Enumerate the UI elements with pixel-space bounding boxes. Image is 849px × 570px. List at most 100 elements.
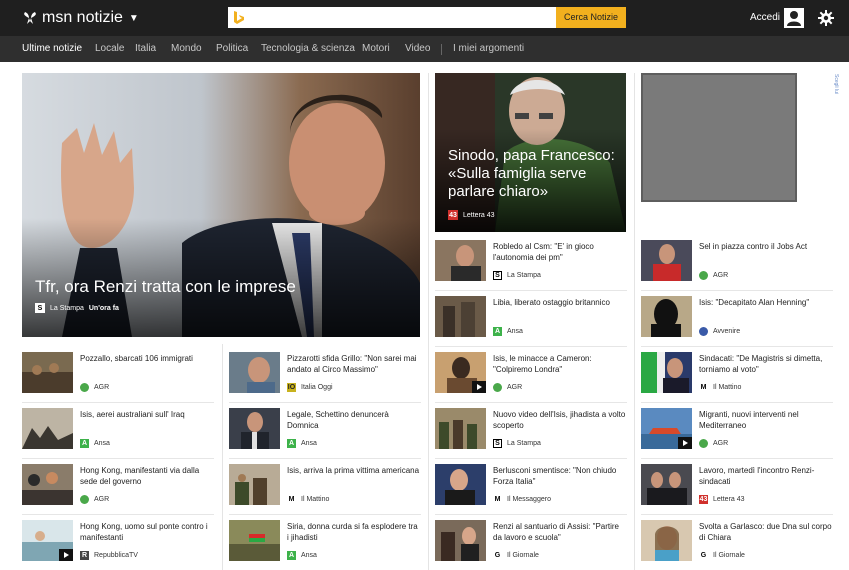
ad-choice-label[interactable]: Scegli lui <box>833 74 839 94</box>
list-item[interactable]: Hong Kong, uomo sul ponte contro i manif… <box>22 520 214 564</box>
list-item[interactable]: Nuovo video dell'Isis, jihadista a volto… <box>435 408 627 459</box>
list-item[interactable]: Robledo al Csm: "E' in gioco l'autonomia… <box>435 240 627 291</box>
hero-story[interactable]: Tfr, ora Renzi tratta con le imprese S L… <box>22 73 420 337</box>
news-thumbnail <box>641 464 692 505</box>
divider <box>22 458 214 459</box>
secondary-source: 43 Lettera 43 <box>448 210 495 220</box>
news-source: G Il Giornale <box>699 551 745 560</box>
list-item[interactable]: Pozzallo, sbarcati 106 immigrati AGR <box>22 352 214 403</box>
news-source: R RepubblicaTV <box>80 551 138 560</box>
news-source: A Ansa <box>493 327 523 336</box>
top-bar: msn notizie ▼ Cerca Notizie Accedi <box>0 0 849 36</box>
secondary-story[interactable]: Sinodo, papa Francesco: «Sulla famiglia … <box>435 73 626 232</box>
divider <box>641 458 833 459</box>
ansa-icon: A <box>287 551 296 560</box>
news-thumbnail <box>641 240 692 281</box>
column-divider <box>222 344 223 570</box>
divider <box>22 402 214 403</box>
agr-icon <box>699 439 708 448</box>
news-thumbnail <box>641 296 692 337</box>
tab-mondo[interactable]: Mondo <box>171 43 202 54</box>
signin-link[interactable]: Accedi <box>750 12 780 23</box>
column-divider <box>428 73 429 570</box>
news-source-name: AGR <box>713 440 729 447</box>
lettera43-icon: 43 <box>448 210 458 220</box>
search-box: Cerca Notizie <box>228 7 626 28</box>
tab-tecnologia[interactable]: Tecnologia & scienza <box>261 43 355 54</box>
il-giornale-icon: G <box>493 551 502 560</box>
bing-icon <box>234 11 244 24</box>
agr-icon <box>493 383 502 392</box>
news-source-name: Avvenire <box>713 328 741 335</box>
tab-locale[interactable]: Locale <box>95 43 124 54</box>
news-headline: Nuovo video dell'Isis, jihadista a volto… <box>493 410 626 430</box>
repubblicatv-icon: R <box>80 551 89 560</box>
news-source: AGR <box>699 271 728 280</box>
news-headline: Svolta a Garlasco: due Dna sul corpo di … <box>699 522 832 542</box>
divider <box>641 514 833 515</box>
news-source-name: Ansa <box>507 328 523 335</box>
lettera43-icon: 43 <box>699 495 708 504</box>
news-thumbnail <box>22 464 73 505</box>
search-input[interactable] <box>250 7 550 28</box>
list-item[interactable]: Sel in piazza contro il Jobs Act AGR <box>641 240 833 291</box>
news-source-name: Il Mattino <box>301 496 330 503</box>
gear-icon[interactable] <box>818 10 834 26</box>
news-headline: Berlusconi smentisce: "Non chiudo Forza … <box>493 466 617 486</box>
il-mattino-icon: M <box>699 383 708 392</box>
divider <box>229 514 421 515</box>
list-item[interactable]: Libia, liberato ostaggio britannico A Ans… <box>435 296 627 347</box>
list-item[interactable]: Isis, le minacce a Cameron: "Colpiremo L… <box>435 352 627 403</box>
list-item[interactable]: Legale, Schettino denuncerà Domnica A Ans… <box>229 408 421 459</box>
search-button[interactable]: Cerca Notizie <box>556 7 626 28</box>
news-source-name: Lettera 43 <box>713 496 745 503</box>
divider <box>435 458 627 459</box>
list-item[interactable]: Isis, arriva la prima vittima americana … <box>229 464 421 515</box>
divider <box>435 514 627 515</box>
news-source: AGR <box>493 383 522 392</box>
news-source-name: Il Giornale <box>507 552 539 559</box>
list-item[interactable]: Hong Kong, manifestanti via dalla sede d… <box>22 464 214 515</box>
news-source-name: Ansa <box>94 440 110 447</box>
advertisement-slot[interactable] <box>641 73 797 202</box>
list-item[interactable]: Pizzarotti sfida Grillo: "Non sarei mai … <box>229 352 421 403</box>
news-source: 43 Lettera 43 <box>699 495 745 504</box>
news-thumbnail <box>22 408 73 449</box>
hero-source-name: La Stampa <box>50 304 84 312</box>
news-source: A Ansa <box>80 439 110 448</box>
list-item[interactable]: Isis, aerei australiani sull' Iraq A Ansa <box>22 408 214 459</box>
user-avatar-icon[interactable] <box>784 8 804 28</box>
news-headline: Isis, aerei australiani sull' Iraq <box>80 410 185 419</box>
list-item[interactable]: Berlusconi smentisce: "Non chiudo Forza … <box>435 464 627 515</box>
news-headline: Lavoro, martedì l'incontro Renzi-sindaca… <box>699 466 815 486</box>
list-item[interactable]: Siria, donna curda si fa esplodere tra i… <box>229 520 421 564</box>
news-source-name: Italia Oggi <box>301 384 333 391</box>
news-thumbnail <box>22 352 73 393</box>
list-item[interactable]: Renzi al santuario di Assisi: "Partire d… <box>435 520 627 564</box>
list-item[interactable]: Migranti, nuovi interventi nel Mediterra… <box>641 408 833 459</box>
news-source: A Ansa <box>287 439 317 448</box>
news-source: AGR <box>80 495 109 504</box>
hero-image <box>22 73 420 337</box>
news-thumbnail <box>22 520 73 561</box>
ansa-icon: A <box>493 327 502 336</box>
tab-politica[interactable]: Politica <box>216 43 248 54</box>
list-item[interactable]: Sindacati: "De Magistris si dimetta, tor… <box>641 352 833 403</box>
tab-italia[interactable]: Italia <box>135 43 156 54</box>
news-headline: Sel in piazza contro il Jobs Act <box>699 242 808 251</box>
list-item[interactable]: Isis: "Decapitato Alan Henning" Avvenire <box>641 296 833 347</box>
news-source: S La Stampa <box>493 271 541 280</box>
tab-miei-argomenti[interactable]: I miei argomenti <box>453 43 524 54</box>
news-headline: Legale, Schettino denuncerà Domnica <box>287 410 389 430</box>
list-item[interactable]: Svolta a Garlasco: due Dna sul corpo di … <box>641 520 833 564</box>
tab-motori[interactable]: Motori <box>362 43 390 54</box>
news-headline: Isis: "Decapitato Alan Henning" <box>699 298 810 307</box>
divider <box>641 402 833 403</box>
chevron-down-icon: ▼ <box>128 12 139 24</box>
list-item[interactable]: Lavoro, martedì l'incontro Renzi-sindaca… <box>641 464 833 515</box>
msn-logo[interactable]: msn notizie ▼ <box>22 8 139 28</box>
tab-video[interactable]: Video <box>405 43 430 54</box>
tab-ultime-notizie[interactable]: Ultime notizie <box>22 43 82 54</box>
news-source: M Il Mattino <box>287 495 329 504</box>
news-source-name: Ansa <box>301 440 317 447</box>
